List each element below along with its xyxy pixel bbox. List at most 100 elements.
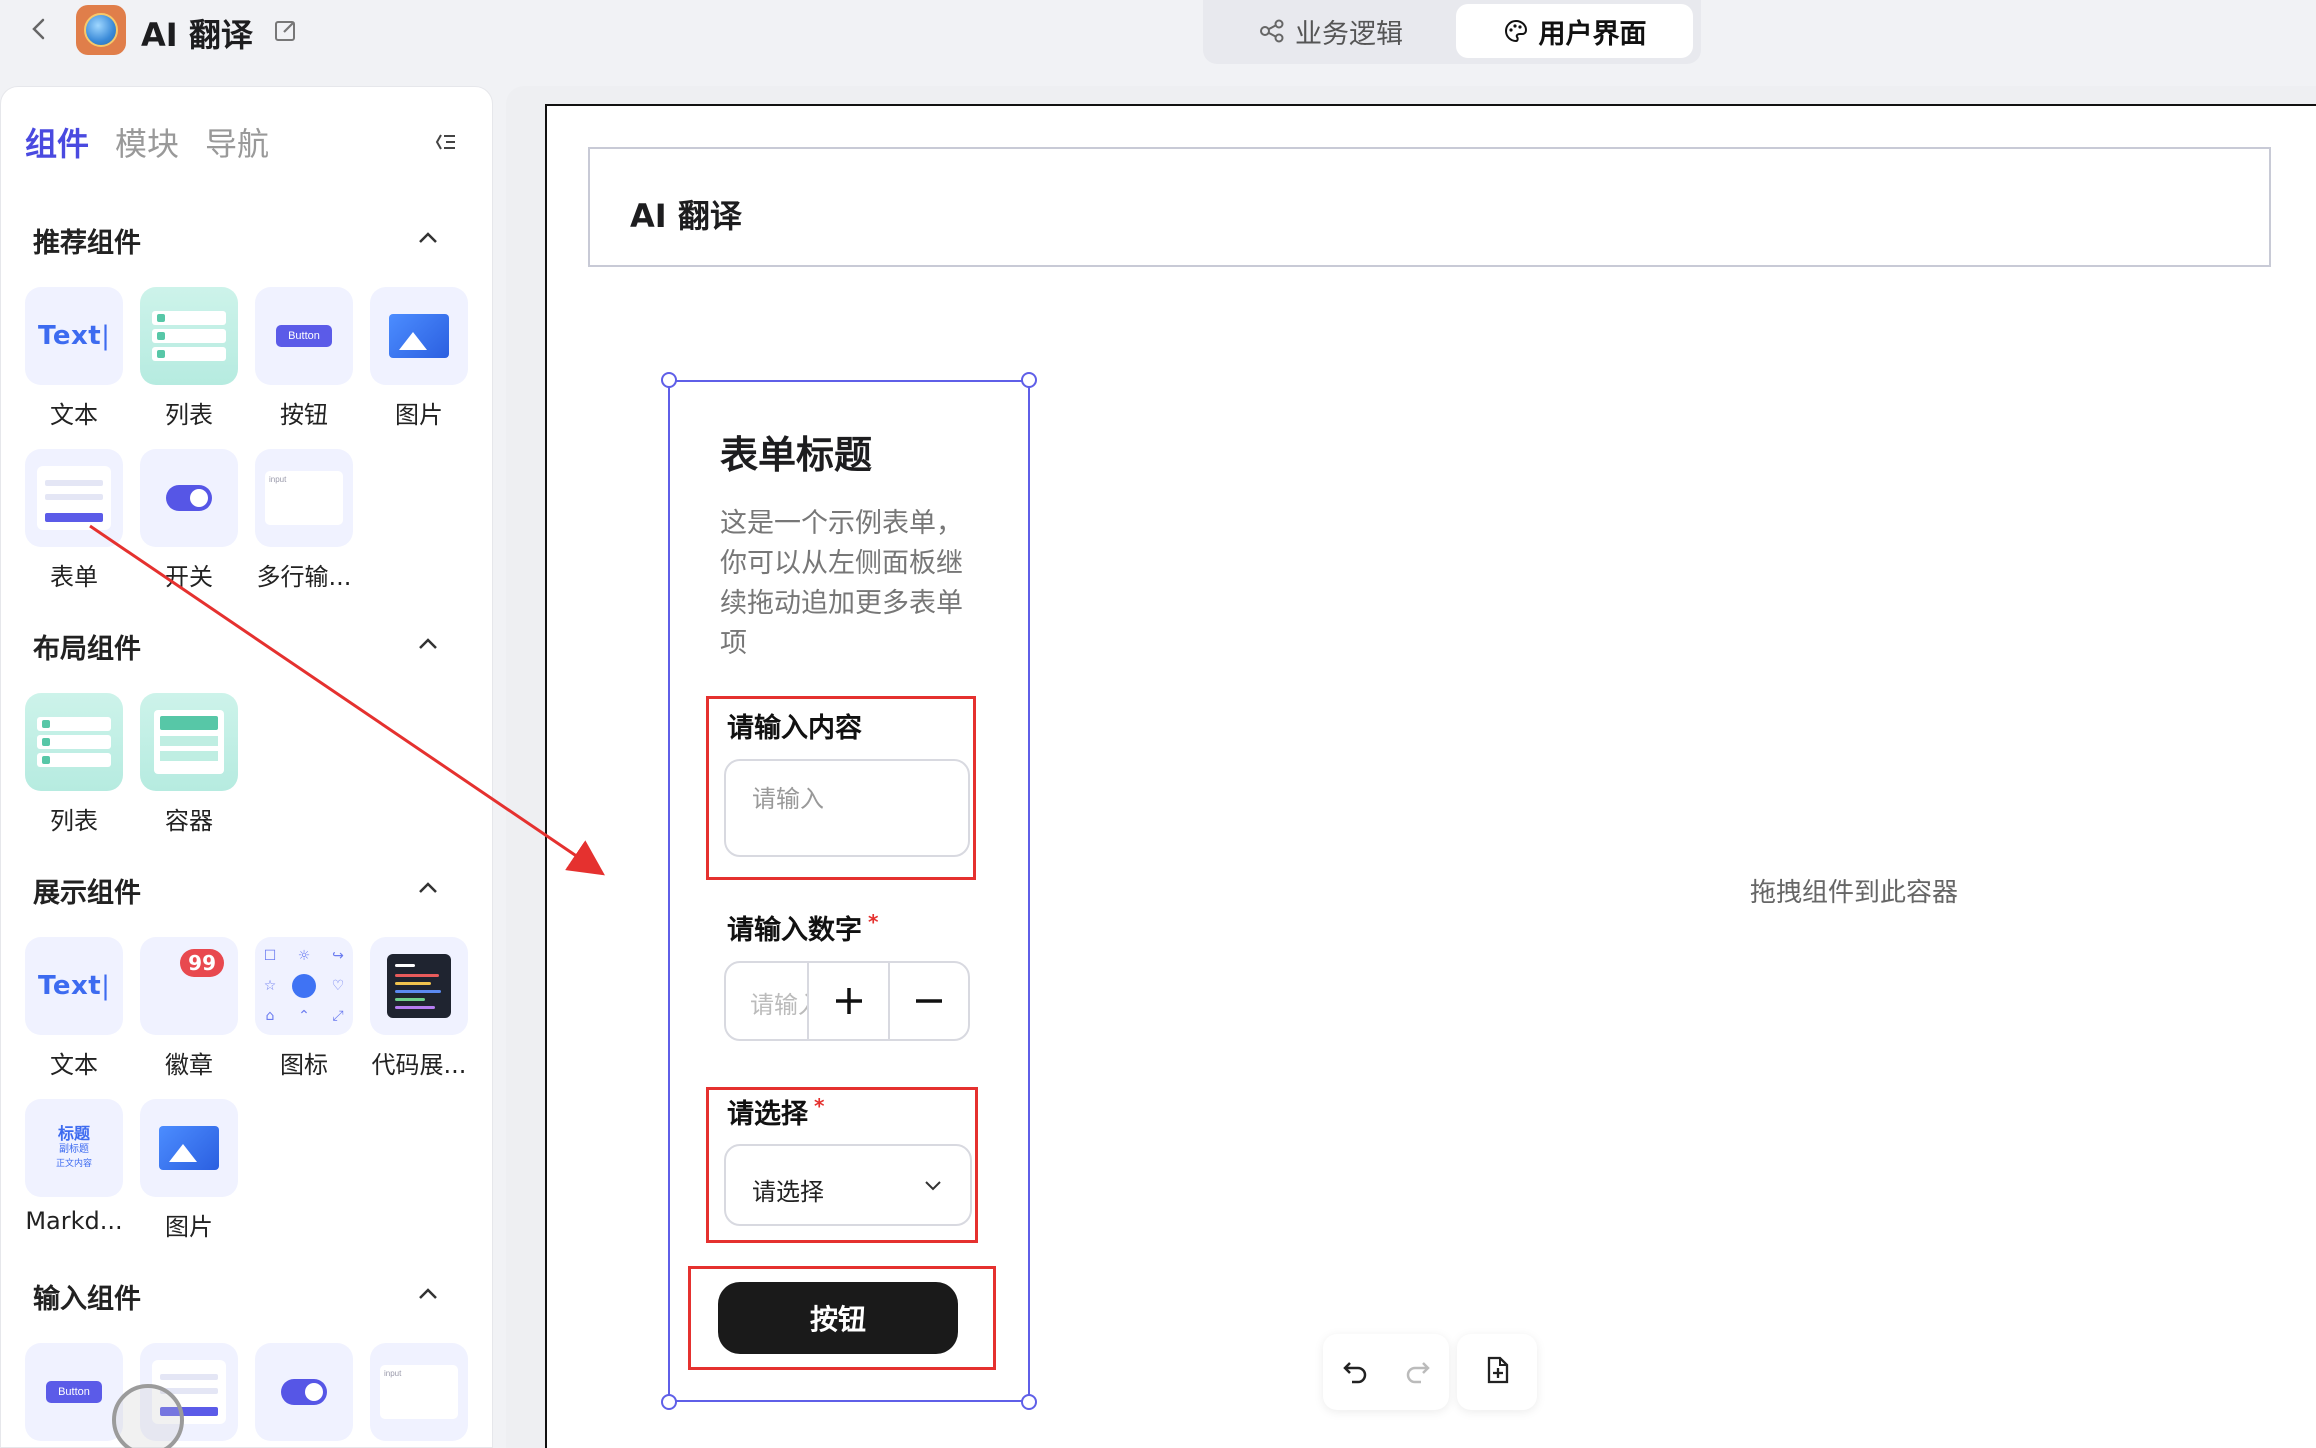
drag-cursor xyxy=(112,1384,184,1448)
component-code[interactable]: 代码展... xyxy=(364,937,474,1080)
icon-grid-icon: ☐ ☼ ↪ ☆ ♡ ⌂ ⌃ ⤢ xyxy=(263,948,345,1024)
markdown-icon: 标题 副标题 正文内容 xyxy=(55,1124,92,1170)
content-input[interactable]: 请输入 xyxy=(724,759,970,857)
field-label-content: 请输入内容 xyxy=(727,713,862,744)
component-button[interactable]: Button 按钮 xyxy=(249,287,359,430)
resize-handle[interactable] xyxy=(1021,1394,1037,1410)
form-icon xyxy=(37,466,111,530)
component-label: 代码展... xyxy=(371,1051,467,1079)
edit-icon[interactable] xyxy=(272,16,300,44)
component-switch[interactable]: 开关 xyxy=(134,449,244,592)
component-layout-list[interactable]: 列表 xyxy=(19,693,129,836)
button-tile-glyph: Button xyxy=(46,1381,102,1403)
component-label: Markd... xyxy=(25,1207,123,1235)
add-file-icon[interactable] xyxy=(1481,1354,1513,1390)
code-icon xyxy=(387,954,451,1018)
top-bar: AI 翻译 业务逻辑 用户界面 xyxy=(0,0,2316,70)
submit-button[interactable]: 按钮 xyxy=(718,1282,958,1354)
form-description: 这是一个示例表单，你可以从左侧面板继续拖动追加更多表单项 xyxy=(720,508,963,659)
component-badge[interactable]: 99 徽章 xyxy=(134,937,244,1080)
component-label: 图片 xyxy=(165,1213,213,1241)
component-container[interactable]: 容器 xyxy=(134,693,244,836)
component-input-textarea[interactable]: input xyxy=(364,1343,474,1441)
textarea-tile-glyph: input xyxy=(265,471,343,525)
app-logo xyxy=(76,5,126,55)
number-stepper: 请输入 xyxy=(724,961,970,1041)
image-icon xyxy=(389,314,449,358)
section-title-layout: 布局组件 xyxy=(33,634,141,665)
tab-user-interface-label: 用户界面 xyxy=(1538,18,1647,50)
form-component[interactable]: 表单标题 这是一个示例表单，你可以从左侧面板继续拖动追加更多表单项 xyxy=(668,380,1030,1402)
component-image[interactable]: 图片 xyxy=(364,287,474,430)
text-tile-glyph: Text xyxy=(38,321,102,351)
palette-icon xyxy=(1504,19,1527,43)
section-title-recommended: 推荐组件 xyxy=(33,228,141,259)
canvas-toolbar xyxy=(1323,1334,1537,1410)
component-label: 容器 xyxy=(165,807,213,835)
tab-business-logic-label: 业务逻辑 xyxy=(1295,18,1403,50)
page-header-title: AI 翻译 xyxy=(630,197,742,235)
component-label: 按钮 xyxy=(280,401,328,429)
section-title-input: 输入组件 xyxy=(33,1284,141,1315)
mode-switch: 业务逻辑 用户界面 xyxy=(1203,0,1701,64)
component-label: 表单 xyxy=(50,563,98,591)
textarea-tile-glyph: input xyxy=(380,1365,458,1419)
form-title: 表单标题 xyxy=(720,433,873,477)
list-icon xyxy=(37,713,111,771)
tab-business-logic[interactable]: 业务逻辑 xyxy=(1211,4,1451,58)
field-label-number: 请输入数字 * xyxy=(727,910,879,946)
component-list[interactable]: 列表 xyxy=(134,287,244,430)
resize-handle[interactable] xyxy=(1021,372,1037,388)
component-label: 文本 xyxy=(50,1051,98,1079)
sidebar-tabs: 组件 模块 导航 xyxy=(25,119,269,165)
switch-icon xyxy=(281,1379,327,1405)
component-label: 列表 xyxy=(165,401,213,429)
text-tile-glyph: Text xyxy=(38,971,102,1001)
component-label: 图片 xyxy=(395,401,443,429)
component-display-image[interactable]: 图片 xyxy=(134,1099,244,1242)
minus-icon[interactable] xyxy=(888,963,968,1039)
chevron-up-icon[interactable] xyxy=(413,223,443,253)
component-label: 开关 xyxy=(165,563,213,591)
component-label: 列表 xyxy=(50,807,98,835)
switch-icon xyxy=(166,485,212,511)
resize-handle[interactable] xyxy=(661,1394,677,1410)
undo-icon[interactable] xyxy=(1339,1354,1371,1390)
component-textarea[interactable]: input 多行输... xyxy=(249,449,359,592)
component-display-text[interactable]: Text | 文本 xyxy=(19,937,129,1080)
component-label: 多行输... xyxy=(256,563,352,591)
list-icon xyxy=(152,307,226,365)
section-title-display: 展示组件 xyxy=(33,878,141,909)
resize-handle[interactable] xyxy=(661,372,677,388)
page-header[interactable]: AI 翻译 xyxy=(588,147,2271,267)
component-text[interactable]: Text | 文本 xyxy=(19,287,129,430)
chevron-up-icon[interactable] xyxy=(413,873,443,903)
flow-icon xyxy=(1260,19,1284,43)
collapse-sidebar-icon[interactable] xyxy=(429,127,459,157)
select-dropdown[interactable]: 请选择 xyxy=(724,1144,972,1226)
button-tile-glyph: Button xyxy=(276,325,332,347)
component-markdown[interactable]: 标题 副标题 正文内容 Markd... xyxy=(19,1099,129,1235)
component-sidebar: 组件 模块 导航 推荐组件 Text | 文本 列表 Button 按钮 图片 表… xyxy=(0,86,493,1448)
back-icon[interactable] xyxy=(24,14,54,44)
chevron-down-icon xyxy=(925,1181,941,1191)
image-icon xyxy=(159,1126,219,1170)
tab-navigation[interactable]: 导航 xyxy=(205,119,269,165)
container-icon xyxy=(154,710,224,774)
select-value: 请选择 xyxy=(752,1178,824,1206)
field-label-select: 请选择 * xyxy=(727,1094,825,1130)
component-icon[interactable]: ☐ ☼ ↪ ☆ ♡ ⌂ ⌃ ⤢ 图标 xyxy=(249,937,359,1080)
tab-components[interactable]: 组件 xyxy=(25,119,89,165)
tab-user-interface[interactable]: 用户界面 xyxy=(1456,4,1693,58)
redo-icon[interactable] xyxy=(1402,1354,1434,1390)
badge-tile-glyph: 99 xyxy=(180,949,224,977)
drop-hint: 拖拽组件到此容器 xyxy=(1750,878,1959,908)
chevron-up-icon[interactable] xyxy=(413,629,443,659)
tab-modules[interactable]: 模块 xyxy=(115,119,179,165)
chevron-up-icon[interactable] xyxy=(413,1279,443,1309)
number-input[interactable]: 请输入 xyxy=(726,963,809,1039)
component-label: 图标 xyxy=(280,1051,328,1079)
component-form[interactable]: 表单 xyxy=(19,449,129,592)
plus-icon[interactable] xyxy=(809,963,889,1039)
component-input-switch[interactable] xyxy=(249,1343,359,1441)
